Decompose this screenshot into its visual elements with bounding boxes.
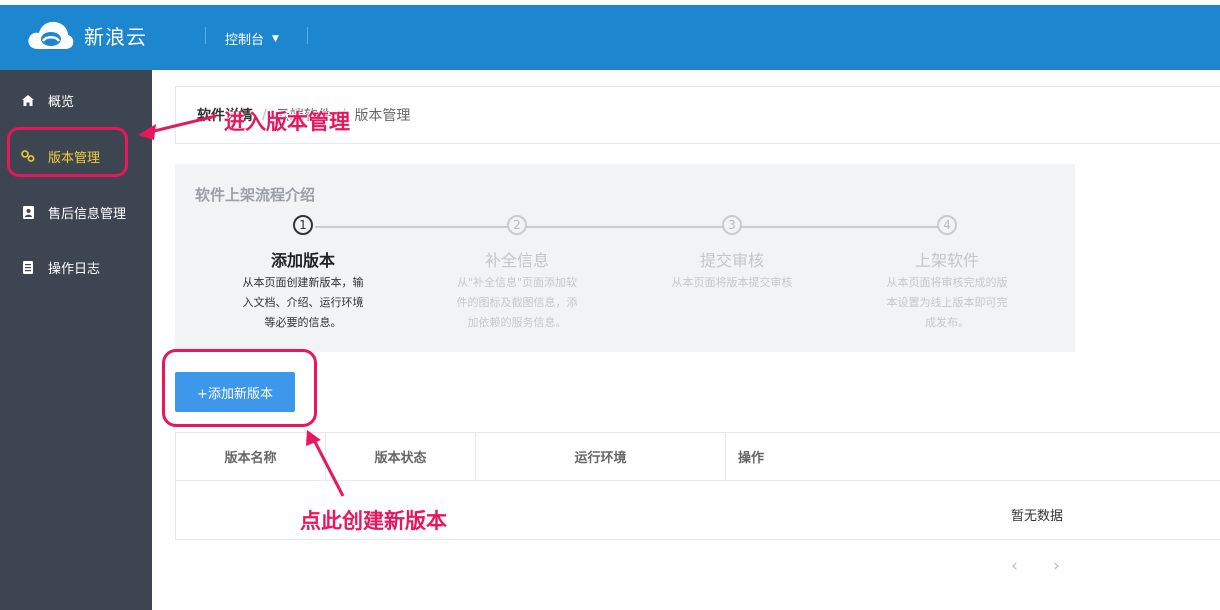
highlight-version-management <box>7 127 128 177</box>
cloud-logo-icon <box>28 21 74 49</box>
sidebar-item-overview[interactable]: 概览 <box>0 88 152 112</box>
step-description: 从本页面将审核完成的版本设置为线上版本即可完成发布。 <box>886 276 1008 329</box>
step-description: 从本页面创建新版本，输入文档、介绍、运行环境等必要的信息。 <box>242 276 364 329</box>
step-title: 提交审核 <box>699 251 764 270</box>
brand-logo[interactable]: 新浪云 <box>26 19 147 51</box>
step-number: 3 <box>722 215 742 235</box>
column-header-version-name[interactable]: 版本名称 <box>176 433 326 480</box>
flow-progress-line <box>315 226 947 228</box>
top-divider <box>307 27 308 44</box>
column-header-actions: 操作 <box>738 451 765 466</box>
step-description: 从"补全信息"页面添加软件的图标及截图信息，添加依赖的服务信息。 <box>456 276 578 329</box>
pager-next-icon[interactable]: › <box>1053 556 1060 576</box>
empty-state-text: 暂无数据 <box>1011 509 1064 524</box>
step-number: 1 <box>293 215 313 235</box>
caret-down-icon: ▼ <box>272 33 279 44</box>
step-title: 添加版本 <box>270 251 335 270</box>
contact-book-icon <box>20 205 36 219</box>
top-nav-bar: 新浪云 控制台 ▼ <box>0 5 1220 70</box>
table-header-row: 版本名称 版本状态 运行环境 操作 <box>176 433 1220 481</box>
console-dropdown[interactable]: 控制台 ▼ <box>225 29 279 48</box>
annotation-enter-version-management: 进入版本管理 <box>224 110 350 134</box>
publish-flow-panel: 软件上架流程介绍 1 2 3 4 添加版本 补全信息 提交审核 上架软件 从本页… <box>175 164 1075 352</box>
breadcrumb-version-management: 版本管理 <box>354 108 411 124</box>
annotation-click-create-version: 点此创建新版本 <box>300 509 447 533</box>
log-list-icon <box>20 260 36 274</box>
home-icon <box>20 94 36 106</box>
pager-prev-icon[interactable]: ‹ <box>1011 556 1018 576</box>
sidebar-item-label: 售后信息管理 <box>48 206 127 222</box>
column-header-runtime[interactable]: 运行环境 <box>476 433 726 480</box>
step-number: 4 <box>937 215 957 235</box>
step-description: 从本页面将版本提交审核 <box>671 276 793 289</box>
brand-name: 新浪云 <box>84 24 147 49</box>
sidebar-item-label: 概览 <box>48 94 75 110</box>
flow-title: 软件上架流程介绍 <box>195 186 316 204</box>
step-title: 上架软件 <box>914 251 979 270</box>
sidebar-item-label: 操作日志 <box>48 261 101 277</box>
sidebar-item-operation-log[interactable]: 操作日志 <box>0 255 152 279</box>
sidebar-item-after-sales[interactable]: 售后信息管理 <box>0 200 152 224</box>
step-title: 补全信息 <box>484 251 549 270</box>
top-divider <box>205 27 206 44</box>
step-number: 2 <box>507 215 527 235</box>
console-label: 控制台 <box>225 33 265 48</box>
highlight-add-version <box>162 349 317 427</box>
column-header-version-status[interactable]: 版本状态 <box>326 433 476 480</box>
